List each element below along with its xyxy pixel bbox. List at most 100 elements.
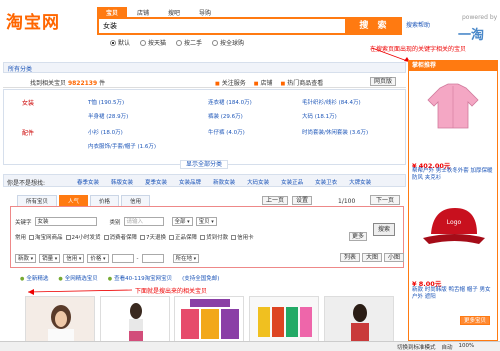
filter-checkbox[interactable]: 信用卡 <box>231 233 254 241</box>
promo-link[interactable]: 全网精选宝贝 <box>58 274 98 282</box>
prev-page-button[interactable]: 上一页 <box>262 196 289 205</box>
filter-checkbox[interactable]: 7天退换 <box>140 233 166 241</box>
sort-price-select[interactable]: 价格 <box>87 254 109 263</box>
settings-button[interactable]: 设置 <box>292 196 313 205</box>
radio-default[interactable]: 默认 <box>110 38 130 47</box>
annotation-results: 下面就是搜出来的相关宝贝 <box>135 288 208 295</box>
auto-label[interactable]: 自动 <box>442 343 453 351</box>
breadcrumb-bar <box>3 62 406 73</box>
category-link[interactable]: 牛仔裤 (4.0万) <box>208 128 245 136</box>
search-button[interactable]: 搜 索 <box>347 17 402 35</box>
common-label: 常用 <box>15 235 27 241</box>
price-max-input[interactable] <box>141 254 164 263</box>
search-input[interactable] <box>99 19 345 33</box>
recommend-panel-title: 掌柜推荐 <box>408 60 498 71</box>
more-filters-button[interactable]: 更多 <box>349 232 368 241</box>
summary-tools: 关注服务 店铺 热门商品查看 <box>215 78 324 87</box>
pink-jacket-image[interactable] <box>422 82 484 130</box>
keyword-input[interactable]: 女装 <box>34 217 97 226</box>
promo-link[interactable]: 查看40-119淘宝网宝贝 <box>108 274 172 282</box>
powered-by-label: powered by <box>462 14 498 21</box>
search-help-link[interactable]: 搜索帮助 <box>406 20 430 29</box>
red-cap-image[interactable]: Logo <box>419 200 489 258</box>
related-link[interactable]: 春季女装 <box>77 178 99 186</box>
category-link[interactable]: 小衫 (18.0万) <box>88 128 123 136</box>
category-link[interactable]: 裤装 (29.6万) <box>208 112 243 120</box>
etao-logo[interactable]: 一淘 <box>458 24 484 43</box>
annotation-related-items: 在搜索页面出现的关键字相关的宝贝 <box>370 46 467 53</box>
zoom-level[interactable]: 100% <box>459 343 475 351</box>
recommend-title-link[interactable]: 帮帮户外 男士秋冬外套 加厚保暖 防风 夹克衫 <box>412 168 496 182</box>
category-link[interactable]: 时尚套装/休闲套装 (3.6万) <box>302 128 368 136</box>
filter-checkbox[interactable]: 正品保障 <box>169 233 197 241</box>
radio-global[interactable]: 按全球购 <box>212 38 244 47</box>
related-search-label: 你是不是想找: <box>7 180 46 187</box>
filter-search-button[interactable]: 搜索 <box>373 223 395 236</box>
category-label: 类别 <box>109 219 121 226</box>
promo-note: (支持全国免邮) <box>182 276 220 282</box>
show-all-categories-button[interactable]: 显示全部分类 <box>180 160 229 169</box>
category-link[interactable]: T恤 (190.5万) <box>88 98 124 106</box>
promo-links: 全新精选 全网精选宝贝 查看40-119淘宝网宝贝 (支持全国免邮) <box>20 274 219 282</box>
filter-checkbox[interactable]: 淘宝网商品 <box>29 233 63 241</box>
category-label-women: 女装 <box>22 100 35 107</box>
pager-tools: 上一页 设置 <box>262 196 313 205</box>
svg-text:Logo: Logo <box>447 219 462 226</box>
breadcrumb[interactable]: 所有分类 <box>8 64 32 73</box>
radio-icon <box>212 39 219 46</box>
category-label-accessories: 配件 <box>22 130 35 137</box>
scope-select[interactable]: 全部 <box>171 217 193 226</box>
taobao-logo[interactable]: 淘宝网 <box>6 4 78 42</box>
related-link[interactable]: 大牌女装 <box>349 178 371 186</box>
related-link[interactable]: 女装正品 <box>281 178 303 186</box>
related-link[interactable]: 新款女装 <box>213 178 235 186</box>
radio-icon <box>110 39 116 46</box>
sort-new-select[interactable]: 新款 <box>15 254 37 263</box>
switch-mode-link[interactable]: 切换到标准模式 <box>397 343 436 351</box>
location-select[interactable]: 所在地 <box>172 254 200 263</box>
promo-link[interactable]: 全新精选 <box>20 274 48 282</box>
related-link[interactable]: 女装卫衣 <box>315 178 337 186</box>
filter-row-checkboxes: 常用 淘宝网商品 24小时发货 消费者保障 7天退换 正品保障 货到付款 信用卡 <box>15 233 254 241</box>
keyword-label: 关键字 <box>15 219 32 226</box>
list-view-button[interactable]: 列表 <box>340 253 361 262</box>
price-min-input[interactable] <box>111 254 134 263</box>
follow-service-button[interactable]: 关注服务 <box>215 78 246 87</box>
small-view-button[interactable]: 小图 <box>384 253 405 262</box>
related-link[interactable]: 大码女装 <box>247 178 269 186</box>
filter-checkbox[interactable]: 24小时发货 <box>65 233 101 241</box>
radio-icon <box>176 39 183 46</box>
category-input[interactable]: 请输入 <box>123 217 164 226</box>
filter-row-keyword: 关键字 女装 类别 请输入 全部 宝贝 <box>15 217 217 226</box>
display-mode-buttons: 列表 大图 小图 <box>340 253 405 262</box>
view-mode-select[interactable]: 网页版 <box>370 77 397 86</box>
radio-secondhand[interactable]: 按二手 <box>176 38 202 47</box>
category-link[interactable]: 毛针织衫/线衫 (84.4万) <box>302 98 361 106</box>
sort-credit-select[interactable]: 信用 <box>63 254 85 263</box>
page-indicator: 1/100 <box>338 198 356 205</box>
related-link[interactable]: 韩版女装 <box>111 178 133 186</box>
recommend-title-link[interactable]: 新款 时尚韩版 鸭舌帽 帽子 男女 户外 遮阳 <box>412 287 496 301</box>
shop-button[interactable]: 店铺 <box>254 78 272 87</box>
result-count: 找到相关宝贝 9822139 件 <box>30 80 106 87</box>
category-link[interactable]: 半身裙 (28.9万) <box>88 112 128 120</box>
sort-sales-select[interactable]: 销量 <box>39 254 61 263</box>
large-view-button[interactable]: 大图 <box>362 253 383 262</box>
hot-items-button[interactable]: 热门商品查看 <box>281 78 323 87</box>
next-page-button[interactable]: 下一页 <box>370 195 401 205</box>
category-link[interactable]: 内衣服饰/手套/帽子 (1.6万) <box>88 142 156 150</box>
radio-tmall[interactable]: 按天猫 <box>140 38 166 47</box>
related-search-links: 春季女装 韩版女装 夏季女装 女装品牌 新款女装 大码女装 女装正品 女装卫衣 … <box>77 178 371 186</box>
filter-row-sort: 新款 销量 信用 价格 - 所在地 <box>15 254 200 263</box>
search-box <box>97 17 347 35</box>
search-scope-radios: 默认 按天猫 按二手 按全球购 <box>110 38 244 47</box>
status-bar-items: 切换到标准模式 自动 100% <box>397 343 474 351</box>
place-select[interactable]: 宝贝 <box>195 217 217 226</box>
related-link[interactable]: 夏季女装 <box>145 178 167 186</box>
filter-checkbox[interactable]: 消费者保障 <box>103 233 137 241</box>
category-link[interactable]: 大码 (18.1万) <box>302 112 337 120</box>
category-link[interactable]: 连衣裙 (184.0万) <box>208 98 252 106</box>
more-recommend-button[interactable]: 更多宝贝 <box>460 316 491 325</box>
filter-checkbox[interactable]: 货到付款 <box>200 233 228 241</box>
related-link[interactable]: 女装品牌 <box>179 178 201 186</box>
